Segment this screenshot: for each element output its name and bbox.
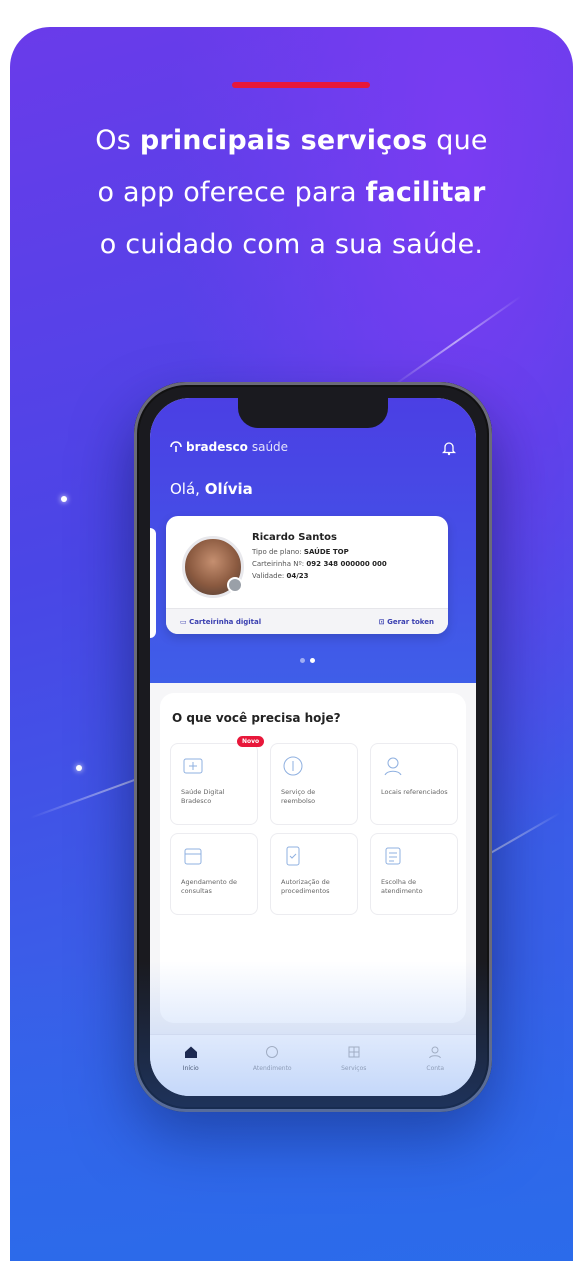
member-name: Ricardo Santos xyxy=(252,532,337,543)
bell-icon[interactable] xyxy=(442,440,456,456)
sparkle xyxy=(76,765,82,771)
card-actions: ▭ Carteirinha digital ⊡ Gerar token xyxy=(166,608,448,634)
card-number-line: Carteirinha Nº: 092 348 000000 000 xyxy=(252,560,387,568)
tab-support[interactable]: Atendimento xyxy=(237,1045,307,1072)
service-label: Agendamento de consultas xyxy=(181,878,237,895)
app-screen: bradesco saúde Olá, Olívia Ricardo Santos… xyxy=(150,398,476,1096)
services-icon xyxy=(348,1046,360,1058)
app-header: bradesco saúde Olá, Olívia Ricardo Santos… xyxy=(150,398,476,683)
digital-card-button[interactable]: ▭ Carteirinha digital xyxy=(180,618,261,626)
promo-background: Os principais serviços que o app oferece… xyxy=(10,27,573,1261)
digital-health-icon xyxy=(183,758,203,774)
service-label: Saúde Digital Bradesco xyxy=(181,788,225,805)
bradesco-logo-icon xyxy=(170,441,182,452)
validity-line: Validade: 04/23 xyxy=(252,572,309,580)
service-tile[interactable]: Agendamento de consultas xyxy=(170,833,258,915)
service-label: Serviço de reembolso xyxy=(281,788,316,805)
member-card[interactable]: Ricardo Santos Tipo de plano: SAÚDE TOP … xyxy=(166,516,448,634)
service-label: Escolha de atendimento xyxy=(381,878,423,895)
service-tile[interactable]: Serviço de reembolso xyxy=(270,743,358,825)
service-label: Autorização de procedimentos xyxy=(281,878,330,895)
service-label: Locais referenciados xyxy=(381,788,448,796)
decorative-line xyxy=(389,295,522,389)
care-icon xyxy=(385,847,401,865)
home-icon xyxy=(184,1046,197,1058)
authorization-icon xyxy=(286,846,300,866)
greeting: Olá, Olívia xyxy=(170,480,253,498)
new-badge: Novo xyxy=(237,736,265,747)
refund-icon xyxy=(283,756,303,776)
generate-token-button[interactable]: ⊡ Gerar token xyxy=(379,618,434,626)
calendar-icon xyxy=(184,848,202,865)
carousel-dots xyxy=(300,658,315,663)
previous-card-peek[interactable] xyxy=(150,528,156,638)
sparkle xyxy=(61,496,67,502)
locations-icon xyxy=(384,757,402,776)
service-tile[interactable]: Novo Saúde Digital Bradesco xyxy=(170,736,265,825)
tab-bar: Início Atendimento Serviços Conta xyxy=(150,1034,476,1096)
service-tile[interactable]: Locais referenciados xyxy=(370,743,458,825)
account-icon xyxy=(429,1046,442,1059)
service-tile[interactable]: Autorização de procedimentos xyxy=(270,833,358,915)
avatar xyxy=(182,536,244,598)
services-title: O que você precisa hoje? xyxy=(172,711,341,725)
services-panel: O que você precisa hoje? Novo Saúde Digi… xyxy=(160,693,466,1023)
brand-logo: bradesco saúde xyxy=(170,440,288,454)
verified-icon xyxy=(227,577,243,593)
tab-account[interactable]: Conta xyxy=(400,1045,470,1072)
support-icon xyxy=(266,1046,279,1058)
plan-line: Tipo de plano: SAÚDE TOP xyxy=(252,548,349,556)
accent-bar xyxy=(232,82,370,88)
tab-home[interactable]: Início xyxy=(156,1045,226,1072)
phone-mockup: bradesco saúde Olá, Olívia Ricardo Santos… xyxy=(134,382,492,1112)
tab-services[interactable]: Serviços xyxy=(319,1045,389,1072)
service-tile[interactable]: Escolha de atendimento xyxy=(370,833,458,915)
promo-headline: Os principais serviços que o app oferece… xyxy=(95,125,488,260)
phone-notch xyxy=(238,398,388,428)
